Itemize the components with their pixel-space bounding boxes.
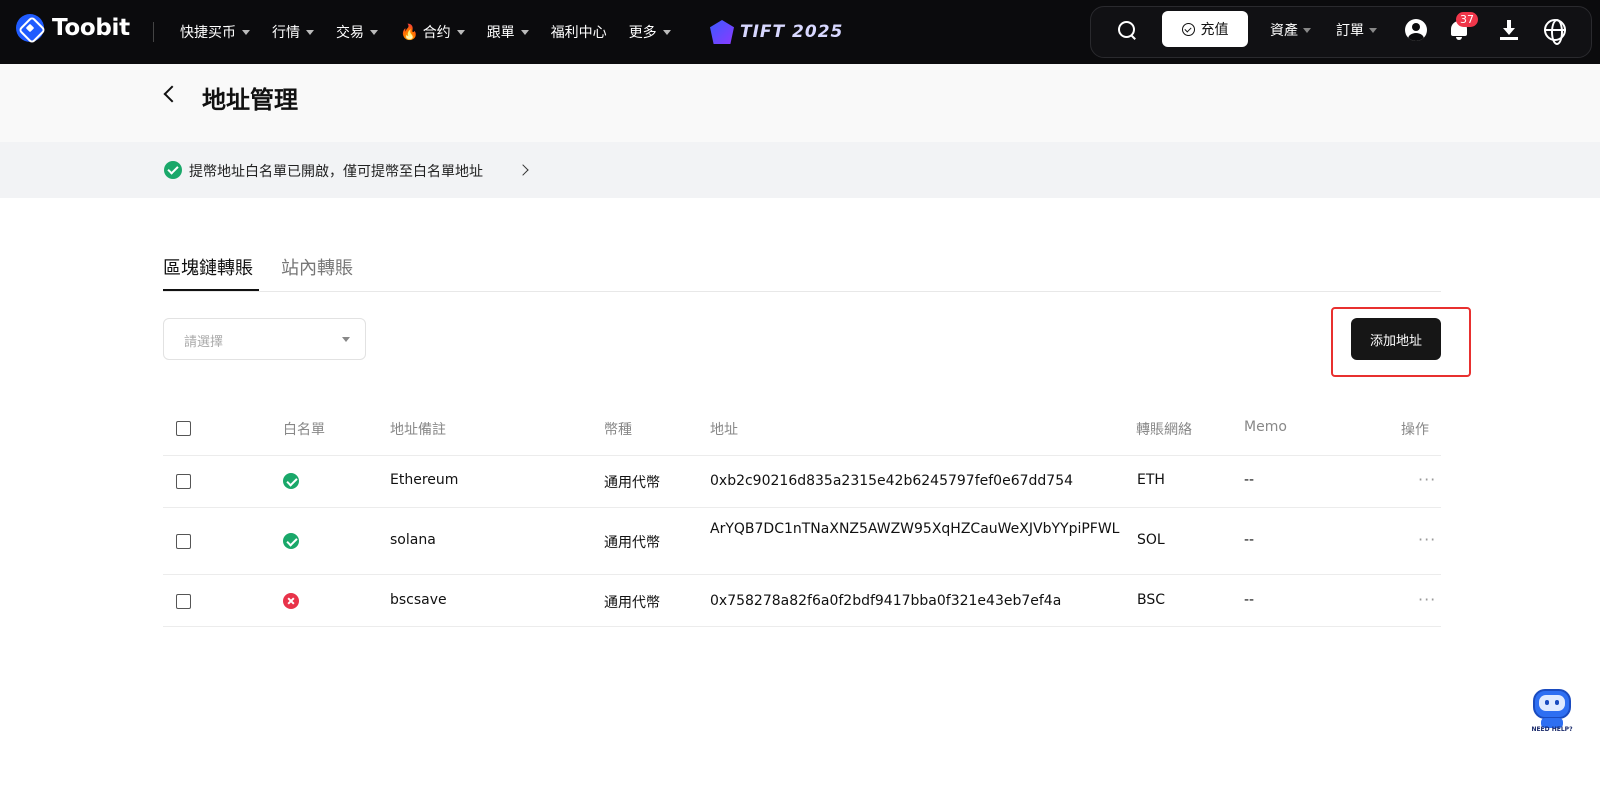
help-label: NEED HELP? bbox=[1531, 726, 1573, 733]
chevron-down-icon bbox=[520, 29, 529, 35]
notification-badge: 37 bbox=[1456, 12, 1478, 27]
nav-label: 交易 bbox=[336, 25, 364, 41]
whitelisted-check-icon bbox=[283, 533, 299, 549]
whitelist-notice-text: 提幣地址白名單已開啟，僅可提幣至白名單地址 bbox=[189, 164, 483, 180]
search-icon[interactable] bbox=[1117, 20, 1137, 40]
orders-menu[interactable]: 訂單 bbox=[1336, 20, 1377, 40]
nav-label: 跟單 bbox=[486, 25, 515, 41]
nav-item-markets[interactable]: 行情 bbox=[272, 22, 314, 42]
column-header-actions: 操作 bbox=[1401, 422, 1429, 438]
chevron-down-icon bbox=[242, 29, 250, 35]
address-note: Ethereum bbox=[390, 472, 459, 488]
nav-label: 快捷买币 bbox=[180, 25, 236, 41]
download-icon-base bbox=[1500, 37, 1518, 40]
coin-type: 通用代幣 bbox=[604, 475, 660, 491]
add-address-button[interactable]: 添加地址 bbox=[1351, 318, 1441, 360]
select-all-checkbox[interactable] bbox=[176, 421, 191, 436]
nav-item-trade[interactable]: 交易 bbox=[336, 22, 378, 42]
transfer-network: ETH bbox=[1137, 472, 1165, 488]
nav-label: 更多 bbox=[628, 25, 657, 41]
memo-value: -- bbox=[1244, 592, 1255, 608]
robot-eye bbox=[1555, 700, 1559, 705]
page-title: 地址管理 bbox=[202, 86, 298, 114]
column-header-whitelist: 白名單 bbox=[283, 422, 325, 438]
toobit-logo[interactable]: Toobit bbox=[16, 14, 130, 42]
memo-value: -- bbox=[1244, 532, 1255, 548]
nav-label: 福利中心 bbox=[550, 25, 607, 41]
chevron-down-icon bbox=[456, 29, 465, 35]
nav-label: 行情 bbox=[272, 25, 300, 41]
transfer-network: BSC bbox=[1137, 592, 1166, 608]
column-header-coin: 幣種 bbox=[604, 422, 632, 438]
wallet-address: 0x758278a82f6a0f2bdf9417bba0f321e43eb7ef… bbox=[710, 593, 1062, 609]
deposit-button[interactable]: 充值 bbox=[1162, 11, 1248, 47]
check-circle-icon bbox=[164, 161, 182, 179]
wallet-address: 0xb2c90216d835a2315e42b6245797fef0e67dd7… bbox=[710, 473, 1074, 489]
assets-menu[interactable]: 資產 bbox=[1270, 20, 1311, 40]
toobit-logo-icon bbox=[16, 14, 44, 42]
tab-internal-transfer[interactable]: 站內轉賬 bbox=[281, 254, 353, 280]
address-note: solana bbox=[390, 532, 436, 548]
robot-face bbox=[1539, 695, 1565, 711]
memo-value: -- bbox=[1244, 472, 1255, 488]
row-checkbox[interactable] bbox=[176, 594, 191, 609]
chevron-down-icon bbox=[1303, 27, 1311, 33]
wallet-address: ArYQB7DC1nTNaXNZ5AWZW95XqHZCauWeXJVbYYpi… bbox=[710, 521, 1120, 537]
row-checkbox[interactable] bbox=[176, 474, 191, 489]
more-options-icon[interactable]: ··· bbox=[1418, 530, 1436, 549]
logo-text: Toobit bbox=[52, 15, 130, 41]
assets-label: 資產 bbox=[1270, 23, 1298, 39]
not-whitelisted-x-icon bbox=[283, 593, 299, 609]
chevron-down-icon bbox=[1369, 27, 1377, 33]
chevron-down-icon bbox=[370, 29, 378, 35]
event-banner[interactable]: TIFT 2025 bbox=[710, 20, 843, 44]
deposit-label: 充值 bbox=[1200, 22, 1229, 38]
nav-item-quick-buy[interactable]: 快捷买币 bbox=[180, 22, 250, 42]
fire-icon: 🔥 bbox=[400, 23, 419, 41]
table-divider bbox=[163, 507, 1441, 508]
more-options-icon[interactable]: ··· bbox=[1418, 590, 1436, 609]
coin-select[interactable]: 請選擇 bbox=[163, 318, 366, 360]
user-avatar-icon[interactable] bbox=[1405, 19, 1427, 41]
coin-select-placeholder: 請選擇 bbox=[184, 335, 224, 350]
table-divider bbox=[163, 626, 1441, 627]
coin-type: 通用代幣 bbox=[604, 595, 660, 611]
column-header-memo: Memo bbox=[1244, 419, 1287, 435]
nav-item-more[interactable]: 更多 bbox=[629, 22, 671, 42]
row-checkbox[interactable] bbox=[176, 534, 191, 549]
robot-eye bbox=[1545, 700, 1549, 705]
address-note: bscsave bbox=[390, 592, 447, 608]
column-header-note: 地址備註 bbox=[390, 422, 446, 438]
nav-item-rewards[interactable]: 福利中心 bbox=[551, 22, 607, 42]
globe-icon[interactable] bbox=[1544, 19, 1566, 45]
event-badge-icon bbox=[710, 20, 734, 44]
chevron-down-icon bbox=[342, 337, 350, 342]
chevron-down-icon bbox=[662, 29, 671, 35]
tabs-divider bbox=[163, 291, 1441, 292]
nav-item-futures[interactable]: 🔥 合约 bbox=[400, 22, 465, 42]
tab-blockchain-transfer[interactable]: 區塊鏈轉賬 bbox=[163, 254, 253, 280]
column-header-address: 地址 bbox=[710, 422, 738, 438]
main-nav: 快捷买币 行情 交易 🔥 合约 跟單 福利中心 更多 bbox=[180, 0, 671, 64]
nav-label: 合约 bbox=[422, 25, 451, 41]
coin-type: 通用代幣 bbox=[604, 535, 660, 551]
table-divider bbox=[163, 574, 1441, 575]
column-header-network: 轉賬網絡 bbox=[1136, 422, 1192, 438]
whitelisted-check-icon bbox=[283, 473, 299, 489]
transfer-network: SOL bbox=[1137, 532, 1165, 548]
help-chatbot-button[interactable]: NEED HELP? bbox=[1529, 685, 1575, 735]
chevron-down-icon bbox=[306, 29, 314, 35]
more-options-icon[interactable]: ··· bbox=[1418, 470, 1436, 489]
nav-item-copy-trading[interactable]: 跟單 bbox=[487, 22, 529, 42]
header-divider bbox=[153, 22, 154, 42]
event-label: TIFT 2025 bbox=[740, 22, 844, 42]
table-divider bbox=[163, 455, 1441, 456]
deposit-icon bbox=[1181, 22, 1195, 36]
orders-label: 訂單 bbox=[1336, 23, 1364, 39]
